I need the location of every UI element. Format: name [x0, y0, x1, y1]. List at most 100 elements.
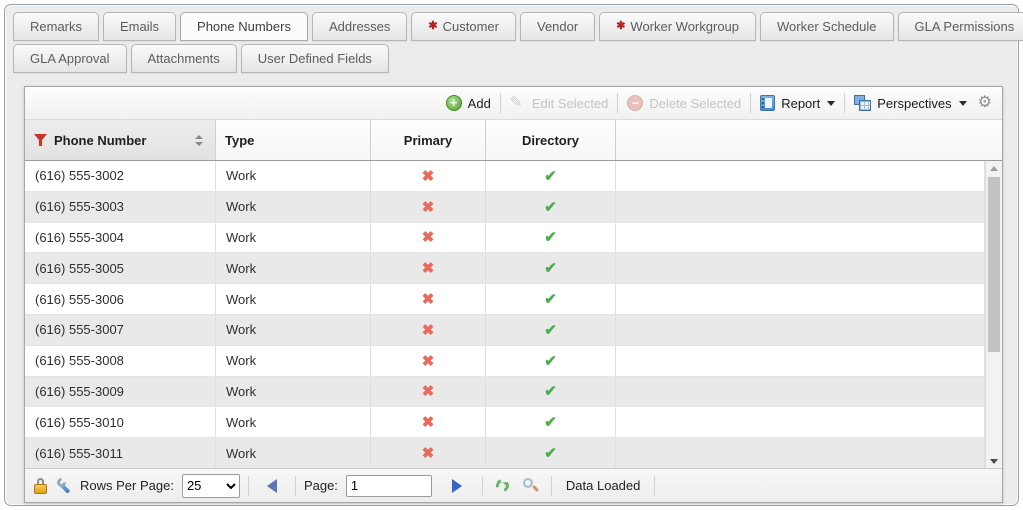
- tab[interactable]: ✱ Customer: [411, 12, 516, 41]
- column-header-type[interactable]: Type: [216, 120, 371, 160]
- table-row[interactable]: (616) 555-3002 Work ✖ ✔: [25, 161, 985, 192]
- wrench-icon[interactable]: [56, 478, 72, 494]
- column-header-primary[interactable]: Primary: [371, 120, 486, 160]
- next-page-arrow-icon[interactable]: [452, 479, 462, 493]
- perspectives-button[interactable]: Perspectives: [854, 95, 966, 111]
- phone-number-cell: (616) 555-3008: [25, 346, 216, 376]
- table-row[interactable]: (616) 555-3010 Work ✖ ✔: [25, 407, 985, 438]
- table-row[interactable]: (616) 555-3011 Work ✖ ✔: [25, 438, 985, 468]
- type-cell: Work: [216, 346, 371, 376]
- tab[interactable]: ✱ Worker Workgroup: [599, 12, 756, 41]
- scroll-down-button[interactable]: [986, 454, 1002, 468]
- primary-flag-icon: ✖: [371, 438, 486, 468]
- column-header-directory[interactable]: Directory: [486, 120, 616, 160]
- tab-label: User Defined Fields: [258, 51, 372, 66]
- phone-number-cell: (616) 555-3010: [25, 407, 216, 437]
- gear-icon[interactable]: [978, 95, 992, 111]
- phone-number-cell: (616) 555-3005: [25, 253, 216, 283]
- footer-separator: [295, 476, 296, 496]
- directory-flag-icon: ✔: [486, 253, 616, 283]
- filler-cell: [616, 253, 985, 283]
- table-row[interactable]: (616) 555-3005 Work ✖ ✔: [25, 253, 985, 284]
- type-cell: Work: [216, 192, 371, 222]
- perspectives-stack-icon: [854, 95, 871, 111]
- directory-flag-icon: ✔: [486, 315, 616, 345]
- phone-numbers-window: Remarks Emails Phone Numbers Addresses: [4, 4, 1019, 506]
- tab[interactable]: Remarks: [13, 12, 99, 41]
- directory-flag-icon: ✔: [486, 284, 616, 314]
- page-input[interactable]: [346, 475, 432, 497]
- tab[interactable]: Addresses: [312, 12, 407, 41]
- table-row[interactable]: (616) 555-3004 Work ✖ ✔: [25, 223, 985, 254]
- refresh-icon[interactable]: [495, 478, 510, 493]
- directory-flag-icon: ✔: [486, 377, 616, 407]
- table-row[interactable]: (616) 555-3006 Work ✖ ✔: [25, 284, 985, 315]
- column-header-phone-number[interactable]: Phone Number: [25, 120, 216, 160]
- report-notebook-icon: [760, 95, 775, 111]
- edit-selected-label: Edit Selected: [532, 96, 609, 111]
- primary-flag-icon: ✖: [371, 346, 486, 376]
- toolbar-separator: [500, 93, 501, 113]
- filler-cell: [616, 407, 985, 437]
- sort-arrows-icon[interactable]: [195, 135, 206, 146]
- search-icon[interactable]: [522, 477, 539, 494]
- grid-toolbar: Add Edit Selected Delete Selected Report: [25, 87, 1002, 120]
- tab[interactable]: Worker Schedule: [760, 12, 893, 41]
- lock-icon[interactable]: [34, 478, 48, 494]
- primary-flag-icon: ✖: [371, 192, 486, 222]
- column-label-directory: Directory: [522, 133, 579, 148]
- primary-flag-icon: ✖: [371, 161, 486, 191]
- tab-bar: Remarks Emails Phone Numbers Addresses: [5, 5, 1018, 73]
- tab[interactable]: Emails: [103, 12, 176, 41]
- tab[interactable]: GLA Permissions: [898, 12, 1023, 41]
- perspectives-label: Perspectives: [877, 96, 951, 111]
- tab-label: GLA Permissions: [915, 19, 1015, 34]
- tab-label: Addresses: [329, 19, 390, 34]
- vertical-scrollbar[interactable]: [985, 161, 1002, 468]
- directory-flag-icon: ✔: [486, 161, 616, 191]
- grid-footer: Rows Per Page: 25 Page: Data Loaded: [25, 468, 1002, 502]
- scroll-up-button[interactable]: [986, 161, 1002, 175]
- primary-flag-icon: ✖: [371, 315, 486, 345]
- scrollbar-thumb[interactable]: [988, 177, 1000, 352]
- phone-number-cell: (616) 555-3004: [25, 223, 216, 253]
- tab-label: Remarks: [30, 19, 82, 34]
- report-button[interactable]: Report: [760, 95, 835, 111]
- footer-separator: [482, 476, 483, 496]
- triangle-up-icon: [990, 166, 998, 171]
- table-row[interactable]: (616) 555-3003 Work ✖ ✔: [25, 192, 985, 223]
- tab[interactable]: Vendor: [520, 12, 595, 41]
- plus-circle-icon: [446, 95, 462, 111]
- tab-label: Worker Workgroup: [630, 19, 739, 34]
- tab[interactable]: GLA Approval: [13, 44, 127, 73]
- directory-flag-icon: ✔: [486, 192, 616, 222]
- column-header-filler: [616, 120, 1002, 160]
- phone-number-cell: (616) 555-3011: [25, 438, 216, 468]
- type-cell: Work: [216, 161, 371, 191]
- table-row[interactable]: (616) 555-3008 Work ✖ ✔: [25, 346, 985, 377]
- type-cell: Work: [216, 407, 371, 437]
- table-row[interactable]: (616) 555-3007 Work ✖ ✔: [25, 315, 985, 346]
- table-row[interactable]: (616) 555-3009 Work ✖ ✔: [25, 377, 985, 408]
- edit-selected-button[interactable]: Edit Selected: [510, 95, 609, 111]
- directory-flag-icon: ✔: [486, 438, 616, 468]
- tab[interactable]: Phone Numbers: [180, 12, 308, 41]
- filter-funnel-icon[interactable]: [34, 134, 47, 146]
- tab[interactable]: Attachments: [131, 44, 237, 73]
- tab[interactable]: User Defined Fields: [241, 44, 389, 73]
- phone-number-cell: (616) 555-3006: [25, 284, 216, 314]
- directory-flag-icon: ✔: [486, 223, 616, 253]
- grid-header: Phone Number Type Primary Directory: [25, 120, 1002, 161]
- tab-label: Attachments: [148, 51, 220, 66]
- prev-page-arrow-icon[interactable]: [267, 479, 277, 493]
- rows-per-page-select[interactable]: 25: [182, 474, 240, 498]
- toolbar-separator: [844, 93, 845, 113]
- add-button[interactable]: Add: [446, 95, 491, 111]
- column-label-type: Type: [225, 133, 254, 148]
- tab-label: GLA Approval: [30, 51, 110, 66]
- filler-cell: [616, 346, 985, 376]
- delete-selected-button[interactable]: Delete Selected: [627, 95, 741, 111]
- tab-label: Vendor: [537, 19, 578, 34]
- type-cell: Work: [216, 253, 371, 283]
- type-cell: Work: [216, 223, 371, 253]
